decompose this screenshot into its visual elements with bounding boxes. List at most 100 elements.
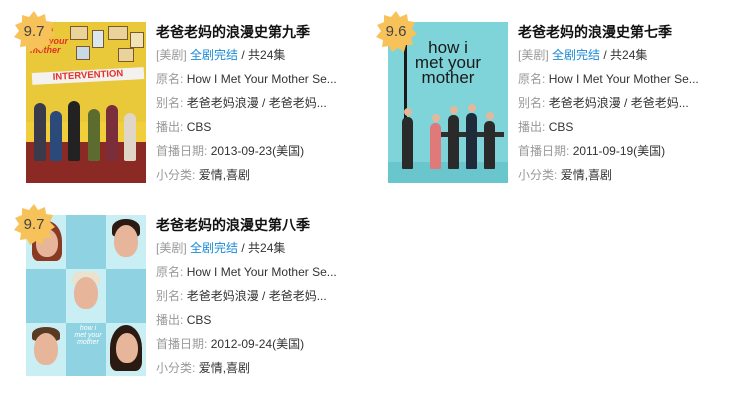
poster-figure (448, 115, 459, 169)
premiere-label: 首播日期: (518, 144, 570, 158)
status-row: [美剧] 全剧完结 / 共24集 (156, 240, 366, 256)
network-value: CBS (186, 120, 212, 134)
rating-badge: 9.7 (12, 10, 56, 54)
show-title[interactable]: 老爸老妈的浪漫史第九季 (156, 22, 366, 42)
original-title-row: 原名: How I Met Your Mother Se... (518, 71, 728, 87)
poster-logo: how i met your mother (70, 325, 106, 346)
poster-figure (106, 105, 118, 161)
status-row: [美剧] 全剧完结 / 共24集 (518, 47, 728, 63)
premiere-label: 首播日期: (156, 144, 208, 158)
premiere-value: 2013-09-23(美国) (210, 144, 305, 158)
genre-label: 小分类: (156, 168, 196, 182)
network-row: 播出: CBS (518, 119, 728, 135)
genre-value: 爱情,喜剧 (198, 168, 251, 182)
network-row: 播出: CBS (156, 312, 366, 328)
poster-figure (402, 117, 413, 169)
original-title-label: 原名: (518, 72, 546, 86)
original-title-label: 原名: (156, 72, 184, 86)
show-info: 老爸老妈的浪漫史第八季 [美剧] 全剧完结 / 共24集 原名: How I M… (156, 215, 366, 376)
show-title[interactable]: 老爸老妈的浪漫史第八季 (156, 215, 366, 235)
poster-frame (130, 32, 144, 48)
poster-figure (88, 109, 100, 161)
alias-row: 别名: 老爸老妈浪漫 / 老爸老妈... (156, 288, 366, 304)
rating-score: 9.7 (23, 216, 45, 233)
poster-figure-face (116, 333, 138, 363)
premiere-row: 首播日期: 2013-09-23(美国) (156, 143, 366, 159)
genre-label: 小分类: (518, 168, 558, 182)
category-tag: [美剧] (156, 241, 187, 255)
poster-figure (50, 111, 62, 161)
alias-label: 别名: (518, 96, 546, 110)
original-title-value: How I Met Your Mother Se... (186, 72, 337, 86)
genre-row: 小分类: 爱情,喜剧 (156, 167, 366, 183)
alias-label: 别名: (156, 96, 184, 110)
show-card-season-9: how i met your mother INTERVENTION 9.7 老… (14, 11, 366, 187)
original-title-value: How I Met Your Mother Se... (186, 265, 337, 279)
poster-figure-head (468, 104, 476, 112)
alias-value: 老爸老妈浪漫 / 老爸老妈... (548, 96, 689, 110)
rating-score: 9.6 (385, 23, 407, 40)
network-value: CBS (186, 313, 212, 327)
original-title-row: 原名: How I Met Your Mother Se... (156, 71, 366, 87)
alias-row: 别名: 老爸老妈浪漫 / 老爸老妈... (156, 95, 366, 111)
original-title-label: 原名: (156, 265, 184, 279)
genre-row: 小分类: 爱情,喜剧 (156, 360, 366, 376)
poster-frame (108, 26, 128, 40)
poster-figure (68, 101, 80, 161)
category-tag: [美剧] (518, 48, 549, 62)
poster-figure-head (404, 108, 412, 116)
premiere-label: 首播日期: (156, 337, 208, 351)
alias-value: 老爸老妈浪漫 / 老爸老妈... (186, 289, 327, 303)
poster-frame (76, 46, 90, 60)
premiere-row: 首播日期: 2011-09-19(美国) (518, 143, 728, 159)
premiere-value: 2011-09-19(美国) (572, 144, 666, 158)
poster-figure-head (486, 112, 494, 120)
genre-row: 小分类: 爱情,喜剧 (518, 167, 728, 183)
show-card-season-7: how i met your mother 9.6 老爸老妈的浪漫史第七季 [美… (376, 11, 728, 187)
poster-figure (34, 103, 46, 161)
genre-label: 小分类: (156, 361, 196, 375)
episode-count: / 共24集 (241, 48, 286, 62)
original-title-row: 原名: How I Met Your Mother Se... (156, 264, 366, 280)
genre-value: 爱情,喜剧 (560, 168, 613, 182)
episode-count: / 共24集 (603, 48, 648, 62)
status-row: [美剧] 全剧完结 / 共24集 (156, 47, 366, 63)
network-label: 播出: (518, 120, 546, 134)
show-title[interactable]: 老爸老妈的浪漫史第七季 (518, 22, 728, 42)
poster-figure (466, 113, 477, 169)
alias-label: 别名: (156, 289, 184, 303)
rating-badge: 9.6 (374, 10, 418, 54)
premiere-value: 2012-09-24(美国) (210, 337, 305, 351)
rating-score: 9.7 (23, 23, 45, 40)
poster-figure-head (450, 106, 458, 114)
premiere-row: 首播日期: 2012-09-24(美国) (156, 336, 366, 352)
poster-frame (92, 30, 104, 48)
genre-value: 爱情,喜剧 (198, 361, 251, 375)
category-tag: [美剧] (156, 48, 187, 62)
status-link[interactable]: 全剧完结 (552, 48, 600, 62)
poster-figure-face (34, 333, 58, 365)
show-card-season-8: how i met your mother 9.7 老爸老妈的浪漫史第八季 [美… (14, 204, 366, 380)
poster-figure-face (114, 225, 138, 257)
poster-logo-line: mother (77, 339, 99, 346)
network-label: 播出: (156, 313, 184, 327)
alias-value: 老爸老妈浪漫 / 老爸老妈... (186, 96, 327, 110)
poster-logo-line: met your (74, 332, 102, 339)
poster-figure-face (74, 277, 98, 309)
poster-figure (124, 113, 136, 161)
episode-count: / 共24集 (241, 241, 286, 255)
status-link[interactable]: 全剧完结 (190, 48, 238, 62)
poster-logo-line: how i (79, 325, 97, 332)
poster-figure (484, 121, 495, 169)
network-value: CBS (548, 120, 574, 134)
original-title-value: How I Met Your Mother Se... (548, 72, 699, 86)
poster-logo-line: mother (421, 68, 475, 87)
poster-figure (430, 123, 441, 169)
rating-badge: 9.7 (12, 203, 56, 247)
status-link[interactable]: 全剧完结 (190, 241, 238, 255)
network-label: 播出: (156, 120, 184, 134)
alias-row: 别名: 老爸老妈浪漫 / 老爸老妈... (518, 95, 728, 111)
poster-frame (70, 26, 88, 40)
poster-frame (118, 48, 134, 62)
show-info: 老爸老妈的浪漫史第九季 [美剧] 全剧完结 / 共24集 原名: How I M… (156, 22, 366, 183)
